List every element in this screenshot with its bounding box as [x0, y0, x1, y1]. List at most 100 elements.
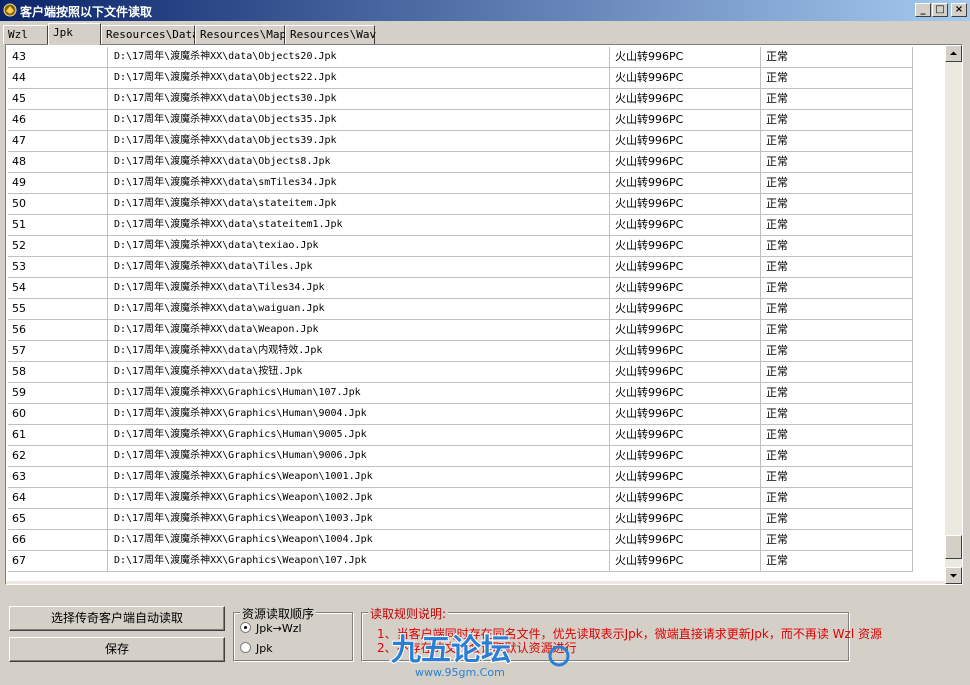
row-source: 火山转996PC	[610, 110, 761, 131]
row-source: 火山转996PC	[610, 446, 761, 467]
scroll-up-button[interactable]	[945, 45, 962, 62]
row-status: 正常	[761, 215, 913, 236]
file-list[interactable]: 43 D:\17周年\渡魔杀神XX\data\Objects20.Jpk 火山转99…	[5, 44, 963, 585]
watermark-title: 九五论坛	[391, 633, 511, 668]
row-source: 火山转996PC	[610, 362, 761, 383]
window-controls: _ □ ×	[914, 3, 967, 18]
minimize-button[interactable]: _	[915, 3, 931, 17]
row-source: 火山转996PC	[610, 467, 761, 488]
row-path: D:\17周年\渡魔杀神XX\Graphics\Weapon\1002.Jpk	[108, 488, 610, 509]
row-source: 火山转996PC	[610, 47, 761, 68]
row-path: D:\17周年\渡魔杀神XX\data\waiguan.Jpk	[108, 299, 610, 320]
row-source: 火山转996PC	[610, 530, 761, 551]
scroll-thumb[interactable]	[945, 535, 962, 559]
row-status: 正常	[761, 89, 913, 110]
row-status: 正常	[761, 173, 913, 194]
tab-resources-data[interactable]: Resources\Data	[101, 25, 199, 44]
row-path: D:\17周年\渡魔杀神XX\Graphics\Human\107.Jpk	[108, 383, 610, 404]
row-status: 正常	[761, 110, 913, 131]
row-source: 火山转996PC	[610, 383, 761, 404]
tab-resources-map[interactable]: Resources\Map	[195, 25, 286, 44]
row-index: 55	[8, 299, 108, 320]
row-status: 正常	[761, 488, 913, 509]
scroll-down-button[interactable]	[945, 567, 962, 584]
auto-read-button[interactable]: 选择传奇客户端自动读取	[9, 606, 225, 631]
row-source: 火山转996PC	[610, 341, 761, 362]
row-status: 正常	[761, 467, 913, 488]
row-status: 正常	[761, 194, 913, 215]
row-source: 火山转996PC	[610, 488, 761, 509]
row-index: 61	[8, 425, 108, 446]
row-index: 46	[8, 110, 108, 131]
vertical-scrollbar[interactable]	[945, 45, 962, 584]
row-path: D:\17周年\渡魔杀神XX\data\Objects8.Jpk	[108, 152, 610, 173]
row-index: 64	[8, 488, 108, 509]
row-source: 火山转996PC	[610, 89, 761, 110]
row-index: 52	[8, 236, 108, 257]
row-status: 正常	[761, 68, 913, 89]
row-path: D:\17周年\渡魔杀神XX\data\texiao.Jpk	[108, 236, 610, 257]
read-rules-title: 读取规则说明:	[368, 605, 449, 622]
horizontal-scrollbar[interactable]	[6, 581, 945, 584]
row-status: 正常	[761, 257, 913, 278]
row-status: 正常	[761, 383, 913, 404]
row-status: 正常	[761, 404, 913, 425]
row-status: 正常	[761, 320, 913, 341]
row-path: D:\17周年\渡魔杀神XX\data\按钮.Jpk	[108, 362, 610, 383]
row-source: 火山转996PC	[610, 299, 761, 320]
maximize-button[interactable]: □	[932, 3, 948, 17]
read-order-group: 资源读取顺序 Jpk→Wzl Jpk	[233, 605, 353, 661]
row-path: D:\17周年\渡魔杀神XX\Graphics\Weapon\1003.Jpk	[108, 509, 610, 530]
row-source: 火山转996PC	[610, 194, 761, 215]
radio-jpk-wzl[interactable]: Jpk→Wzl	[240, 621, 302, 637]
row-index: 44	[8, 68, 108, 89]
row-index: 50	[8, 194, 108, 215]
tab-jpk[interactable]: Jpk	[48, 23, 101, 45]
radio-unselected-icon	[240, 642, 251, 653]
arrow-up-icon	[950, 51, 957, 55]
row-path: D:\17周年\渡魔杀神XX\data\stateitem.Jpk	[108, 194, 610, 215]
row-path: D:\17周年\渡魔杀神XX\data\Weapon.Jpk	[108, 320, 610, 341]
row-source: 火山转996PC	[610, 215, 761, 236]
row-path: D:\17周年\渡魔杀神XX\data\Objects30.Jpk	[108, 89, 610, 110]
read-order-title: 资源读取顺序	[240, 605, 317, 622]
row-index: 47	[8, 131, 108, 152]
row-path: D:\17周年\渡魔杀神XX\data\Tiles34.Jpk	[108, 278, 610, 299]
row-index: 54	[8, 278, 108, 299]
row-path: D:\17周年\渡魔杀神XX\Graphics\Weapon\1004.Jpk	[108, 530, 610, 551]
row-source: 火山转996PC	[610, 320, 761, 341]
row-source: 火山转996PC	[610, 173, 761, 194]
tab-resources-wav[interactable]: Resources\Wav	[285, 25, 376, 44]
row-status: 正常	[761, 446, 913, 467]
row-source: 火山转996PC	[610, 236, 761, 257]
window-title: 客户端按照以下文件读取	[20, 5, 153, 19]
row-status: 正常	[761, 278, 913, 299]
save-button[interactable]: 保存	[9, 637, 225, 662]
row-path: D:\17周年\渡魔杀神XX\Graphics\Weapon\107.Jpk	[108, 551, 610, 572]
row-source: 火山转996PC	[610, 131, 761, 152]
tab-wzl[interactable]: Wzl	[3, 25, 48, 44]
row-status: 正常	[761, 341, 913, 362]
row-index: 66	[8, 530, 108, 551]
radio-jpk[interactable]: Jpk	[240, 641, 273, 657]
row-index: 60	[8, 404, 108, 425]
app-icon	[3, 3, 17, 17]
row-status: 正常	[761, 530, 913, 551]
row-path: D:\17周年\渡魔杀神XX\data\Objects22.Jpk	[108, 68, 610, 89]
title-bar: 客户端按照以下文件读取 _ □ ×	[0, 0, 970, 21]
row-index: 67	[8, 551, 108, 572]
row-status: 正常	[761, 131, 913, 152]
row-index: 43	[8, 47, 108, 68]
row-source: 火山转996PC	[610, 152, 761, 173]
row-index: 56	[8, 320, 108, 341]
row-status: 正常	[761, 299, 913, 320]
row-index: 62	[8, 446, 108, 467]
row-path: D:\17周年\渡魔杀神XX\Graphics\Human\9005.Jpk	[108, 425, 610, 446]
close-button[interactable]: ×	[951, 3, 967, 17]
row-index: 58	[8, 362, 108, 383]
row-path: D:\17周年\渡魔杀神XX\data\smTiles34.Jpk	[108, 173, 610, 194]
row-status: 正常	[761, 551, 913, 572]
row-path: D:\17周年\渡魔杀神XX\Graphics\Weapon\1001.Jpk	[108, 467, 610, 488]
row-index: 45	[8, 89, 108, 110]
row-status: 正常	[761, 509, 913, 530]
